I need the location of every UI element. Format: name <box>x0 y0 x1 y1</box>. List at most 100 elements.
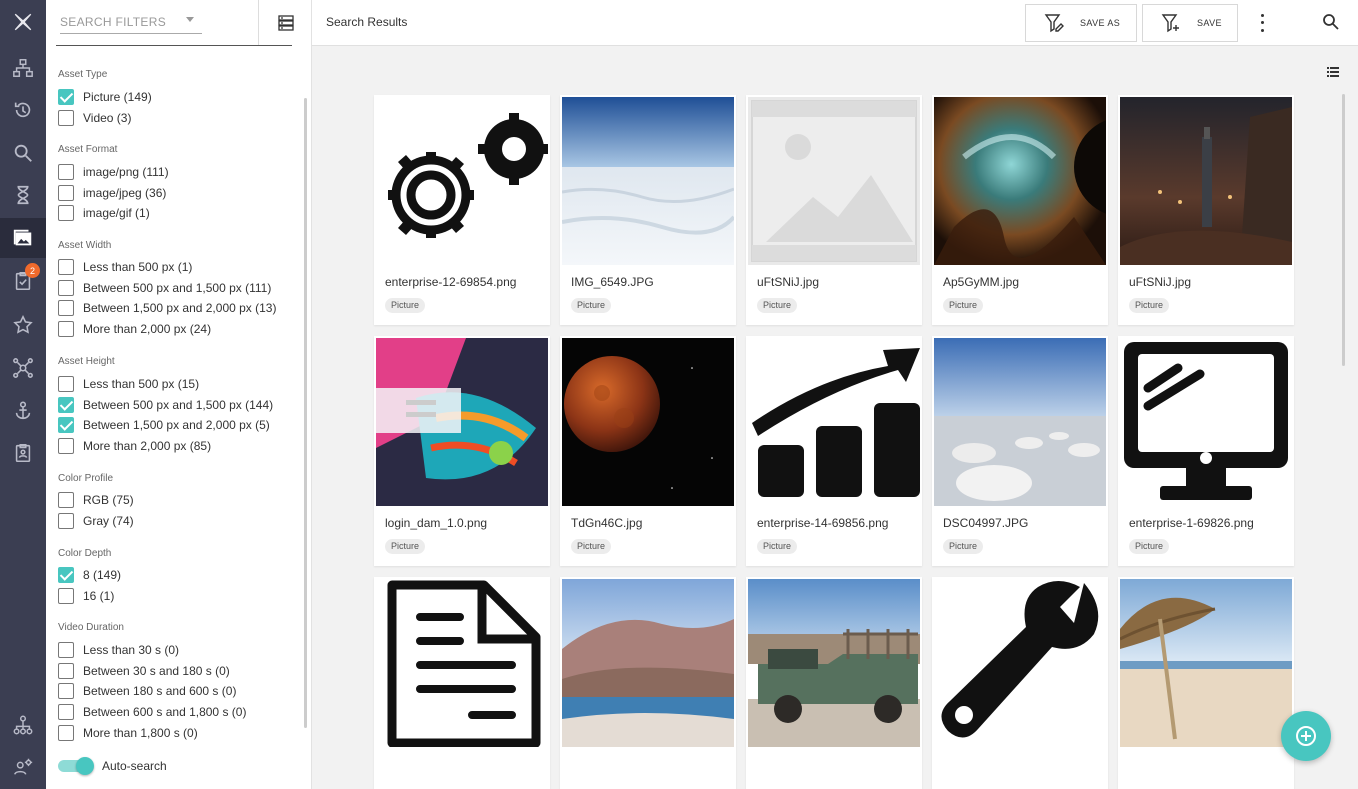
checkbox[interactable] <box>58 110 74 126</box>
clipboard-icon[interactable] <box>0 433 46 473</box>
filter-option[interactable]: image/png (111) <box>58 163 169 181</box>
asset-name[interactable]: uFtSNiJ.jpg <box>757 275 819 289</box>
asset-card[interactable]: Ap5GyMM.jpg Picture <box>932 95 1108 325</box>
checkbox[interactable] <box>58 513 74 529</box>
filter-option[interactable]: Picture (149) <box>58 88 152 106</box>
checkbox[interactable] <box>58 164 74 180</box>
filter-option[interactable]: Video (3) <box>58 109 131 127</box>
search-icon[interactable] <box>0 133 46 173</box>
asset-name[interactable]: enterprise-12-69854.png <box>385 275 516 289</box>
filter-layout-button[interactable] <box>258 0 312 46</box>
old-truck-photo[interactable] <box>748 579 920 747</box>
filter-option[interactable]: Less than 500 px (1) <box>58 258 192 276</box>
asset-name[interactable]: IMG_6549.JPG <box>571 275 654 289</box>
asset-name[interactable]: login_dam_1.0.png <box>385 516 487 530</box>
beach-umbrella-photo[interactable] <box>1120 579 1292 747</box>
asset-card[interactable]: TdGn46C.jpg Picture <box>560 336 736 566</box>
checkbox[interactable] <box>58 417 74 433</box>
filter-scrollbar[interactable] <box>304 98 307 728</box>
checkbox[interactable] <box>58 642 74 658</box>
hierarchy-icon[interactable] <box>0 705 46 745</box>
checkbox[interactable] <box>58 567 74 583</box>
blood-moon-photo[interactable] <box>562 338 734 506</box>
toggle-switch[interactable] <box>58 757 94 775</box>
asset-name[interactable]: enterprise-14-69856.png <box>757 516 888 530</box>
filter-option[interactable]: Gray (74) <box>58 512 134 530</box>
asset-card[interactable] <box>374 577 550 789</box>
filter-option[interactable]: Less than 30 s (0) <box>58 641 179 659</box>
image-placeholder[interactable] <box>748 97 920 265</box>
checkbox[interactable] <box>58 492 74 508</box>
sitemap-icon[interactable] <box>0 48 46 88</box>
wrench-icon[interactable] <box>934 579 1106 747</box>
filter-option[interactable]: Between 500 px and 1,500 px (144) <box>58 396 273 414</box>
checkbox[interactable] <box>58 683 74 699</box>
asset-card[interactable]: enterprise-14-69856.png Picture <box>746 336 922 566</box>
checkbox[interactable] <box>58 280 74 296</box>
asset-card[interactable]: uFtSNiJ.jpg Picture <box>746 95 922 325</box>
search-icon[interactable] <box>1322 13 1340 31</box>
asset-card[interactable] <box>1118 577 1294 789</box>
asset-card[interactable] <box>560 577 736 789</box>
monitor-icon[interactable] <box>1120 338 1292 506</box>
checkbox[interactable] <box>58 588 74 604</box>
asset-card[interactable] <box>746 577 922 789</box>
anchor-icon[interactable] <box>0 391 46 431</box>
filter-option[interactable]: More than 1,800 s (0) <box>58 724 198 742</box>
checkbox[interactable] <box>58 725 74 741</box>
checkbox[interactable] <box>58 321 74 337</box>
filter-option[interactable]: RGB (75) <box>58 491 134 509</box>
chevron-down-icon[interactable] <box>186 17 194 22</box>
filter-option[interactable]: image/jpeg (36) <box>58 184 166 202</box>
checkbox[interactable] <box>58 89 74 105</box>
filter-option[interactable]: Between 1,500 px and 2,000 px (13) <box>58 299 276 317</box>
nebula-photo[interactable] <box>934 97 1106 265</box>
results-scrollbar[interactable] <box>1342 94 1345 366</box>
filter-option[interactable]: 8 (149) <box>58 566 121 584</box>
logo-icon[interactable] <box>0 2 46 42</box>
asset-name[interactable]: uFtSNiJ.jpg <box>1129 275 1191 289</box>
tasks-icon[interactable]: 2 <box>0 261 46 301</box>
scifi-city-photo[interactable] <box>1120 97 1292 265</box>
checkbox[interactable] <box>58 300 74 316</box>
filter-option[interactable]: More than 2,000 px (85) <box>58 437 211 455</box>
asset-card[interactable]: IMG_6549.JPG Picture <box>560 95 736 325</box>
save-as-button[interactable]: SAVE AS <box>1025 4 1137 42</box>
checkbox[interactable] <box>58 376 74 392</box>
hourglass-icon[interactable] <box>0 175 46 215</box>
asset-card[interactable]: DSC04997.JPG Picture <box>932 336 1108 566</box>
asset-card[interactable]: uFtSNiJ.jpg Picture <box>1118 95 1294 325</box>
checkbox[interactable] <box>58 259 74 275</box>
growth-chart-icon[interactable] <box>748 338 920 506</box>
gears-icon[interactable] <box>376 97 548 265</box>
filter-option[interactable]: Between 600 s and 1,800 s (0) <box>58 703 246 721</box>
asset-name[interactable]: enterprise-1-69826.png <box>1129 516 1254 530</box>
history-icon[interactable] <box>0 90 46 130</box>
salt-mounds-photo[interactable] <box>934 338 1106 506</box>
filter-option[interactable]: Less than 500 px (15) <box>58 375 199 393</box>
more-options-icon[interactable] <box>1254 12 1270 34</box>
checkbox[interactable] <box>58 663 74 679</box>
asset-card[interactable] <box>932 577 1108 789</box>
filter-option[interactable]: More than 2,000 px (24) <box>58 320 211 338</box>
checkbox[interactable] <box>58 205 74 221</box>
mandarin-fish-screenshot[interactable] <box>376 338 548 506</box>
salt-flat-photo[interactable] <box>562 97 734 265</box>
filter-option[interactable]: Between 500 px and 1,500 px (111) <box>58 279 271 297</box>
star-icon[interactable] <box>0 305 46 345</box>
filter-option[interactable]: Between 30 s and 180 s (0) <box>58 662 230 680</box>
asset-card[interactable]: enterprise-12-69854.png Picture <box>374 95 550 325</box>
network-icon[interactable] <box>0 348 46 388</box>
asset-name[interactable]: Ap5GyMM.jpg <box>943 275 1019 289</box>
filter-option[interactable]: Between 1,500 px and 2,000 px (5) <box>58 416 270 434</box>
assets-icon[interactable] <box>0 218 46 258</box>
lake-mountain-photo[interactable] <box>562 579 734 747</box>
save-button[interactable]: SAVE <box>1142 4 1238 42</box>
asset-card[interactable]: login_dam_1.0.png Picture <box>374 336 550 566</box>
checkbox[interactable] <box>58 704 74 720</box>
filter-search-input[interactable]: SEARCH FILTERS <box>60 12 202 34</box>
asset-name[interactable]: DSC04997.JPG <box>943 516 1028 530</box>
list-view-icon[interactable] <box>1327 67 1339 77</box>
asset-name[interactable]: TdGn46C.jpg <box>571 516 642 530</box>
filter-option[interactable]: image/gif (1) <box>58 204 150 222</box>
